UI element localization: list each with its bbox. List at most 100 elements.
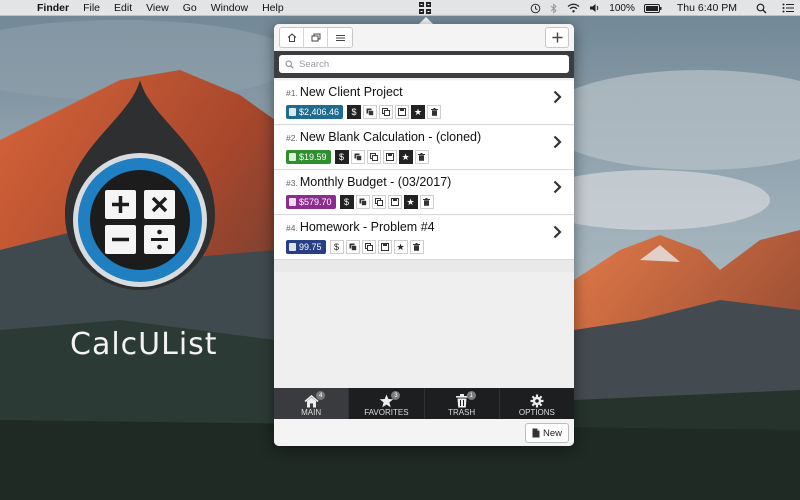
save-button[interactable] [377,240,392,254]
volume-icon[interactable] [589,3,600,13]
menu-help[interactable]: Help [255,2,291,14]
copy-icon [366,108,374,116]
item-title[interactable]: #4. Homework - Problem #4 [286,220,435,234]
view-segmented-control [279,27,353,48]
currency-button[interactable]: $ [329,240,344,254]
tab-trash-label: TRASH [448,408,476,417]
currency-button[interactable]: $ [347,105,362,119]
list-empty-area [274,260,574,272]
total-badge[interactable]: $2,406.46 [286,105,344,119]
calculist-logo [65,80,215,290]
delete-button[interactable] [427,105,442,119]
item-actions: $19.59 $ ★ [286,150,429,164]
favorite-button[interactable]: ★ [398,150,413,164]
clone-button[interactable] [371,195,386,209]
calculist-menubar-icon[interactable] [418,1,432,15]
item-number: #2. [286,133,298,143]
list-item[interactable]: #1. New Client Project $2,406.46 $ ★ [274,80,574,125]
calculator-icon [289,153,296,161]
trash-icon [413,243,421,251]
window-button[interactable] [304,28,328,47]
tab-main[interactable]: 4 MAIN [274,388,350,419]
item-name: New Client Project [299,85,403,99]
tab-options-label: OPTIONS [518,408,555,417]
wifi-icon[interactable] [567,3,580,13]
copy-icon [359,198,367,206]
menu-edit[interactable]: Edit [107,2,139,14]
favorite-button[interactable]: ★ [403,195,418,209]
star-icon: ★ [396,241,405,252]
total-value: 99.75 [299,242,322,252]
search-box[interactable] [279,55,569,73]
time-machine-icon[interactable] [530,3,541,14]
list-icon [335,34,345,41]
battery-percent[interactable]: 100% [609,3,635,14]
delete-button[interactable] [414,150,429,164]
tab-favorites[interactable]: 3 FAVORITES [349,388,425,419]
save-icon [385,153,394,161]
list-item[interactable]: #2. New Blank Calculation - (cloned) $19.… [274,125,574,170]
menu-file[interactable]: File [76,2,107,14]
spotlight-search-icon[interactable] [756,3,767,14]
copy-button[interactable] [355,195,370,209]
menu-view[interactable]: View [139,2,176,14]
favorite-button[interactable]: ★ [411,105,426,119]
item-title[interactable]: #3. Monthly Budget - (03/2017) [286,175,451,189]
list-item[interactable]: #4. Homework - Problem #4 99.75 $ ★ [274,215,574,260]
list-button[interactable] [328,28,352,47]
clone-button[interactable] [366,150,381,164]
calculator-icon [289,198,296,206]
clone-button[interactable] [361,240,376,254]
new-button-label: New [542,427,562,439]
list-item[interactable]: #3. Monthly Budget - (03/2017) $579.70 $ … [274,170,574,215]
star-icon: ★ [406,196,415,207]
add-calculation-button[interactable] [545,27,569,48]
menubar-clock[interactable]: Thu 6:40 PM [677,2,737,14]
clone-button[interactable] [379,105,394,119]
delete-button[interactable] [409,240,424,254]
new-calculation-button[interactable]: New [525,423,569,443]
home-button[interactable] [280,28,304,47]
tab-favorites-count: 3 [391,391,401,400]
tab-trash[interactable]: 1 TRASH [425,388,500,419]
menu-go[interactable]: Go [176,2,204,14]
search-input[interactable] [299,58,539,70]
total-badge[interactable]: $579.70 [286,195,336,209]
notification-center-icon[interactable] [782,3,794,13]
trash-icon [423,198,431,206]
menu-finder[interactable]: Finder [30,2,76,14]
chevron-right-icon[interactable] [553,90,562,104]
clone-icon [374,198,383,206]
calculation-list: #1. New Client Project $2,406.46 $ ★ #2. N… [274,78,574,388]
battery-icon[interactable] [643,3,662,13]
copy-button[interactable] [345,240,360,254]
currency-button[interactable]: $ [334,150,349,164]
dollar-icon: $ [344,197,350,207]
save-icon [380,243,389,251]
save-button[interactable] [387,195,402,209]
delete-button[interactable] [419,195,434,209]
favorite-button[interactable]: ★ [393,240,408,254]
tab-trash-count: 1 [466,391,476,400]
currency-button[interactable]: $ [339,195,354,209]
item-title[interactable]: #2. New Blank Calculation - (cloned) [286,130,481,144]
chevron-right-icon[interactable] [553,225,562,239]
total-badge[interactable]: 99.75 [286,240,326,254]
bluetooth-icon[interactable] [550,2,558,14]
tab-options[interactable]: OPTIONS [500,388,574,419]
total-value: $579.70 [299,197,332,207]
total-badge[interactable]: $19.59 [286,150,331,164]
copy-button[interactable] [350,150,365,164]
chevron-right-icon[interactable] [553,135,562,149]
plus-icon [552,32,562,43]
save-button[interactable] [382,150,397,164]
chevron-right-icon[interactable] [553,180,562,194]
trash-icon [455,394,468,408]
copy-button[interactable] [363,105,378,119]
menu-window[interactable]: Window [204,2,255,14]
item-title[interactable]: #1. New Client Project [286,85,403,99]
calculist-popover: #1.New Client Project $2,406.46 $ ★ #2.N… [274,24,574,446]
save-button[interactable] [395,105,410,119]
calculator-icon [289,108,296,116]
dollar-icon: $ [339,152,345,162]
